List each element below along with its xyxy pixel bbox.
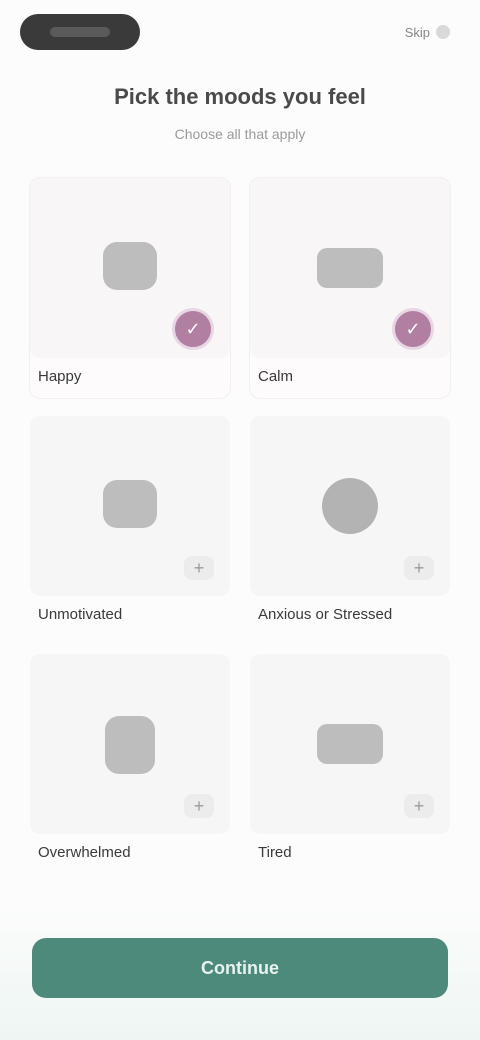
mood-label: Unmotivated xyxy=(38,606,123,623)
add-icon: + xyxy=(184,794,214,818)
account-pill[interactable] xyxy=(20,14,140,50)
mood-card-happy[interactable]: ✓ Happy xyxy=(30,178,230,398)
mood-tile: + xyxy=(30,416,230,596)
selected-check-icon: ✓ xyxy=(172,308,214,350)
mood-picker-screen: Skip Pick the moods you feel Choose all … xyxy=(0,0,480,1040)
anxious-face-icon xyxy=(322,478,378,534)
help-icon[interactable] xyxy=(436,25,450,39)
mood-label: Calm xyxy=(258,368,294,385)
calm-face-icon xyxy=(317,248,383,288)
mood-label: Anxious or Stressed xyxy=(258,606,393,623)
page-subtitle: Choose all that apply xyxy=(174,126,306,142)
mood-card-unmotivated[interactable]: + Unmotivated xyxy=(30,416,230,636)
mood-tile: + xyxy=(250,654,450,834)
mood-tile: ✓ xyxy=(250,178,450,358)
continue-button[interactable]: Continue xyxy=(32,938,448,998)
mood-card-tired[interactable]: + Tired xyxy=(250,654,450,874)
happy-face-icon xyxy=(103,242,157,290)
mood-tile: + xyxy=(250,416,450,596)
add-icon: + xyxy=(184,556,214,580)
overwhelmed-face-icon xyxy=(105,716,155,774)
account-pill-text xyxy=(50,27,110,37)
skip-label[interactable]: Skip xyxy=(405,25,430,40)
mood-label: Overwhelmed xyxy=(38,844,131,861)
skip-control[interactable]: Skip xyxy=(405,25,450,40)
mood-label: Happy xyxy=(38,368,82,385)
mood-card-calm[interactable]: ✓ Calm xyxy=(250,178,450,398)
mood-label: Tired xyxy=(258,844,292,861)
mood-card-overwhelmed[interactable]: + Overwhelmed xyxy=(30,654,230,874)
add-icon: + xyxy=(404,556,434,580)
mood-tile: ✓ xyxy=(30,178,230,358)
mood-grid: ✓ Happy ✓ Calm + Unmotivated + Anxious o… xyxy=(30,178,450,874)
mood-card-anxious[interactable]: + Anxious or Stressed xyxy=(250,416,450,636)
page-title: Pick the moods you feel xyxy=(114,84,366,109)
mood-tile: + xyxy=(30,654,230,834)
selected-check-icon: ✓ xyxy=(392,308,434,350)
add-icon: + xyxy=(404,794,434,818)
tired-face-icon xyxy=(317,724,383,764)
unmotivated-face-icon xyxy=(103,480,157,528)
top-bar: Skip xyxy=(20,12,460,52)
